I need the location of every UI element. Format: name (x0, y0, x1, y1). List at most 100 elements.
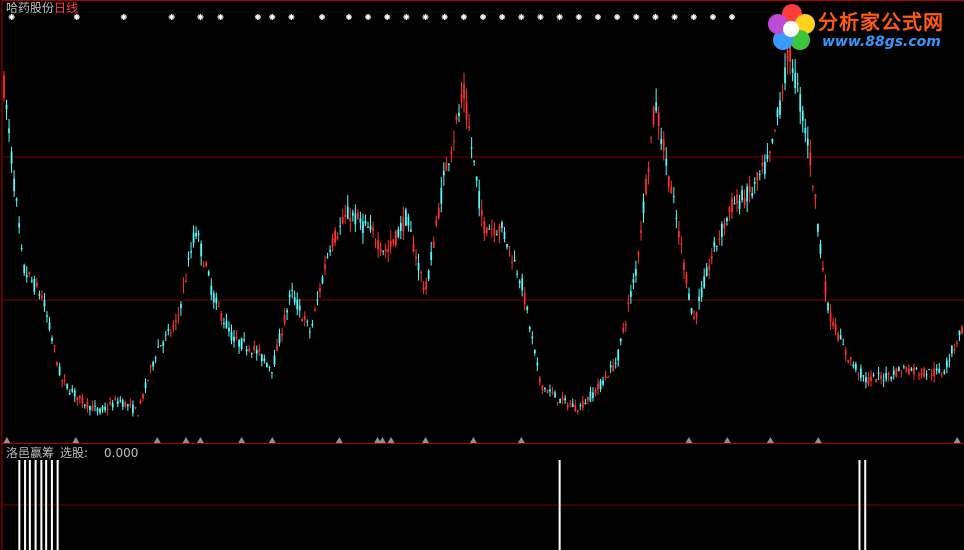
candle-body (336, 236, 339, 239)
candle-body (554, 392, 556, 398)
candle-body (880, 375, 882, 379)
candle-body (230, 331, 233, 341)
candle-body (743, 198, 746, 205)
candle-body (119, 400, 122, 402)
candle-body (220, 312, 223, 321)
candle-body (225, 320, 228, 329)
candle-body (761, 162, 764, 167)
candle-body (180, 304, 182, 309)
candle-body (865, 377, 867, 383)
candle-body (235, 336, 238, 339)
candle-body (703, 276, 706, 288)
candle-body (362, 221, 364, 233)
candle-body (531, 336, 534, 339)
candle-body (953, 348, 956, 351)
candle-body (91, 405, 94, 411)
candle-body (18, 223, 21, 228)
candle-body (508, 246, 511, 248)
candle-body (844, 350, 847, 355)
candle-body (860, 368, 862, 378)
candle-body (94, 405, 96, 407)
candle-body (930, 375, 933, 377)
candle-body (958, 330, 961, 336)
candle-body (645, 179, 647, 194)
candle-body (460, 94, 463, 103)
logo-text: 分析家公式网 (818, 10, 944, 34)
candle-body (607, 376, 610, 378)
candle-body (857, 373, 860, 375)
candle-body (905, 367, 908, 372)
candle-body (521, 278, 524, 291)
candle-body (956, 342, 958, 344)
candle-body (503, 231, 506, 240)
candle-body (195, 232, 197, 237)
bottom-triangle-marker (72, 437, 80, 443)
candle-body (892, 370, 895, 375)
candle-body (796, 83, 799, 85)
bottom-triangle-marker (814, 437, 822, 443)
candle-body (217, 305, 220, 307)
candle-body (551, 391, 554, 393)
candle-body (847, 359, 850, 363)
candle-body (144, 382, 147, 389)
candle-body (817, 223, 819, 232)
bottom-triangle-marker (685, 437, 693, 443)
bottom-triangle-marker (387, 437, 395, 443)
candle-body (753, 181, 756, 184)
candle-body (632, 279, 635, 283)
top-signal-markers (8, 14, 736, 20)
candle-body (410, 229, 412, 232)
candle-body (331, 237, 334, 248)
candle-body (159, 345, 162, 347)
candle-body (238, 339, 240, 347)
candle-body (177, 314, 180, 316)
candle-body (30, 280, 33, 282)
candle-body (109, 402, 112, 405)
candle-body (245, 349, 248, 352)
candle-body (738, 200, 741, 210)
candle-body (124, 402, 127, 407)
candle-body (872, 374, 875, 376)
stock-chart[interactable] (0, 0, 964, 550)
candle-body (205, 262, 208, 266)
candle-body (382, 250, 385, 252)
candle-body (597, 383, 599, 389)
candle-body (233, 336, 235, 342)
candle-body (78, 395, 81, 399)
candle-body (485, 227, 488, 234)
candle-body (599, 380, 602, 390)
candle-body (126, 404, 129, 407)
candle-body (407, 216, 410, 226)
candle-body (442, 170, 445, 176)
candle-body (202, 265, 205, 268)
period-label[interactable]: 日线 (54, 1, 78, 15)
candle-body (824, 281, 827, 296)
candle-body (592, 392, 594, 398)
candle-body (167, 328, 170, 331)
candle-body (447, 163, 450, 165)
candle-body (308, 331, 311, 333)
candle-body (506, 244, 508, 248)
candle-body (81, 396, 84, 405)
candle-body (498, 225, 501, 233)
candle-body (286, 310, 288, 313)
candle-body (587, 397, 589, 401)
candle-body (316, 299, 319, 301)
candle-body (928, 369, 931, 371)
indicator-name[interactable]: 洛邑赢筹 (6, 446, 54, 460)
candle-body (475, 176, 478, 181)
candle-body (513, 259, 516, 262)
candle-body (152, 362, 155, 367)
candle-body (581, 400, 584, 409)
candle-body (751, 192, 754, 197)
candle-body (559, 398, 561, 404)
candle-body (478, 190, 481, 209)
candle-body (746, 186, 749, 202)
candle-body (425, 281, 428, 290)
candle-body (154, 357, 157, 359)
candle-body (938, 368, 941, 373)
candle-body (791, 68, 794, 73)
candle-body (200, 243, 203, 257)
candle-body (819, 243, 822, 254)
candle-body (566, 404, 569, 408)
